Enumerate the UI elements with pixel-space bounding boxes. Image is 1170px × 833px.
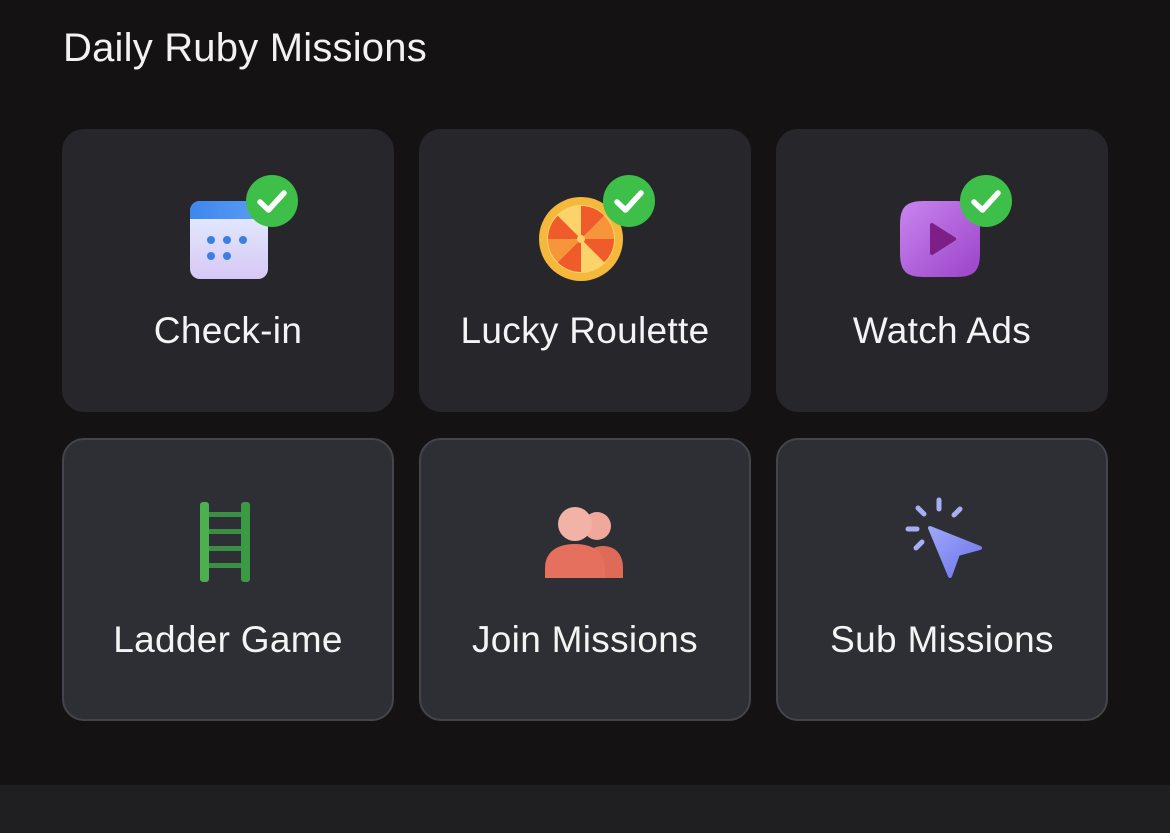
mission-label: Join Missions xyxy=(472,619,698,660)
section-title: Daily Ruby Missions xyxy=(63,26,427,70)
mission-card-watch-ads[interactable]: Watch Ads xyxy=(776,129,1108,412)
completed-check-icon xyxy=(960,175,1012,227)
cursor-click-icon xyxy=(894,496,990,592)
mission-card-lucky-roulette[interactable]: Lucky Roulette xyxy=(419,129,751,412)
mission-label: Ladder Game xyxy=(113,619,343,660)
mission-label: Lucky Roulette xyxy=(460,310,710,351)
mission-card-ladder-game[interactable]: Ladder Game xyxy=(62,438,394,721)
roulette-icon xyxy=(537,175,655,283)
bottom-bar xyxy=(0,785,1170,833)
mission-card-join-missions[interactable]: Join Missions xyxy=(419,438,751,721)
mission-card-check-in[interactable]: Check-in xyxy=(62,129,394,412)
ladder-icon xyxy=(180,496,276,592)
mission-label: Watch Ads xyxy=(852,310,1032,351)
mission-label: Sub Missions xyxy=(830,619,1054,660)
mission-card-sub-missions[interactable]: Sub Missions xyxy=(776,438,1108,721)
play-video-icon xyxy=(894,175,1012,283)
completed-check-icon xyxy=(246,175,298,227)
calendar-icon xyxy=(180,175,298,283)
completed-check-icon xyxy=(603,175,655,227)
missions-grid: Check-in Lucky Roulette Watch Ads Ladder… xyxy=(62,129,1108,721)
users-icon xyxy=(537,496,633,592)
mission-label: Check-in xyxy=(153,310,303,351)
